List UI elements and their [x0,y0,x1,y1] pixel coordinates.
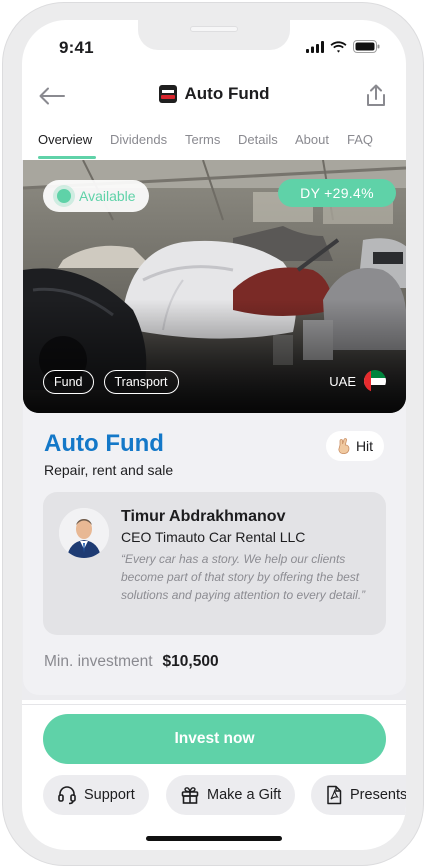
tab-details[interactable]: Details [238,132,278,147]
header-title-group: Auto Fund [22,84,406,104]
category-tags: Fund Transport [43,370,179,394]
manager-name: Timur Abdrakhmanov [121,508,286,525]
availability-label: Available [79,188,136,204]
share-button[interactable] [360,80,392,112]
content-area: Available DY +29.4% Fund Transport UAE A… [22,160,406,700]
tab-about[interactable]: About [295,132,329,147]
phone-screen: 9:41 Auto Fund Overview Dividends Terms … [22,20,406,850]
tab-overview[interactable]: Overview [38,132,92,147]
tag-fund[interactable]: Fund [43,370,94,394]
hero-image: Available DY +29.4% Fund Transport UAE [23,160,406,413]
min-investment-row: Min. investment $10,500 [44,653,219,671]
tab-faq[interactable]: FAQ [347,132,373,147]
min-investment-label: Min. investment [44,653,153,670]
tab-terms[interactable]: Terms [185,132,220,147]
hit-badge: Hit [326,431,384,461]
speaker-grille [190,26,238,32]
wifi-icon [330,40,347,53]
home-indicator [146,836,282,841]
tab-active-indicator [38,156,96,159]
make-gift-label: Make a Gift [207,787,282,803]
support-button[interactable]: Support [43,775,149,815]
fund-logo-icon [158,85,177,103]
fund-card: Available DY +29.4% Fund Transport UAE A… [23,160,406,695]
presentation-label: Presents [350,787,406,803]
make-gift-button[interactable]: Make a Gift [166,775,296,815]
min-investment-value: $10,500 [162,653,219,670]
fund-subtitle: Repair, rent and sale [44,462,174,478]
country-label: UAE [329,373,356,389]
fund-name: Auto Fund [44,430,164,457]
app-header: Auto Fund [22,72,406,122]
availability-badge: Available [43,180,149,212]
battery-icon [353,40,380,53]
section-tabs: Overview Dividends Terms Details About F… [22,128,406,160]
invest-now-button[interactable]: Invest now [43,714,386,764]
headset-icon [58,786,76,805]
tag-transport[interactable]: Transport [103,370,179,394]
page-title: Auto Fund [184,84,270,103]
uae-flag-icon [364,370,386,392]
gift-icon [181,787,199,804]
cellular-signal-icon [306,40,324,53]
manager-card: Timur Abdrakhmanov CEO Timauto Car Renta… [43,492,386,635]
support-label: Support [84,787,135,803]
bottom-divider [22,704,406,705]
secondary-actions: Support Make a Gift Presents [43,775,406,815]
presentation-button[interactable]: Presents [311,775,406,815]
hand-sign-icon [338,438,350,454]
tab-dividends[interactable]: Dividends [110,132,167,147]
dividend-yield-badge: DY +29.4% [278,179,396,207]
device-notch [138,20,290,50]
manager-role: CEO Timauto Car Rental LLC [121,529,306,545]
status-time: 9:41 [59,38,94,57]
manager-avatar [59,508,109,558]
status-dot-icon [57,189,71,203]
status-icons [306,40,380,53]
manager-quote: “Every car has a story. We help our clie… [121,552,366,602]
hit-label: Hit [355,438,374,454]
pdf-document-icon [327,785,342,805]
share-icon [367,84,385,106]
country-indicator: UAE [329,370,386,392]
